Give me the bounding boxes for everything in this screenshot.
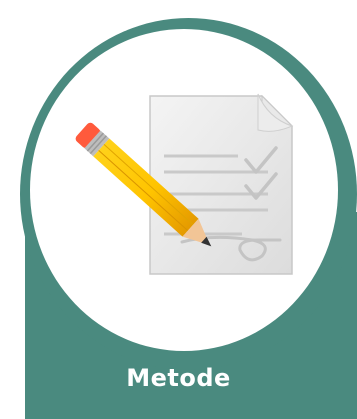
metode-card[interactable]: Metode (0, 0, 357, 419)
document-icon (149, 93, 294, 275)
document-pencil-icon (75, 93, 294, 275)
card-title: Metode (126, 364, 231, 392)
